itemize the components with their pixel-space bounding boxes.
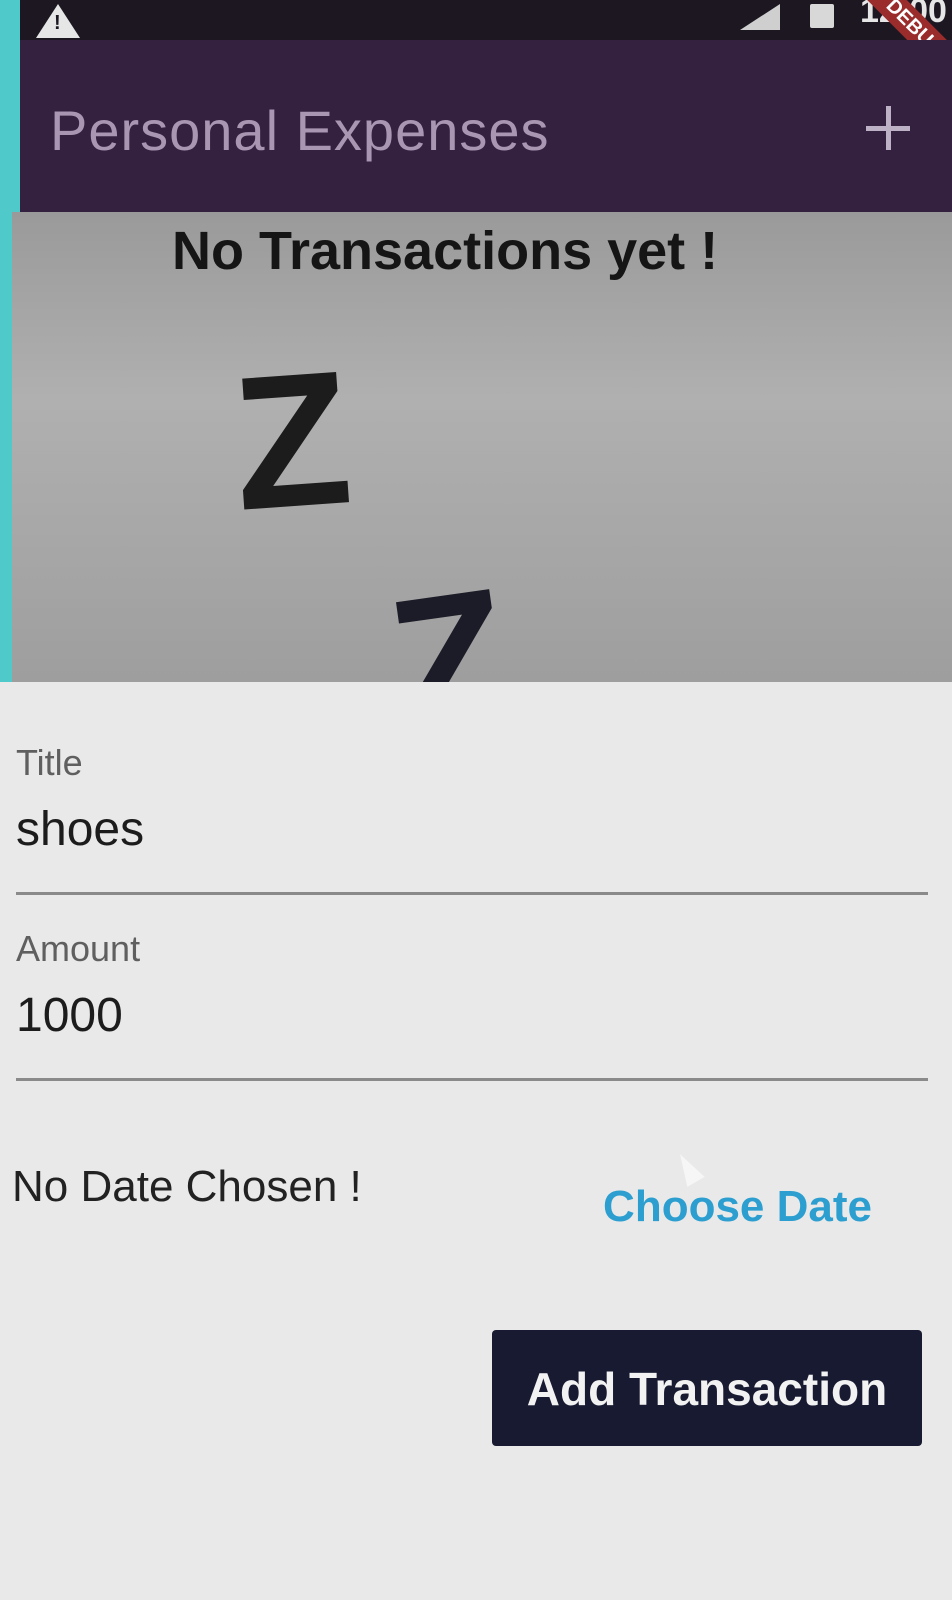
amount-field-label: Amount <box>16 928 141 969</box>
title-field-underline <box>16 892 928 895</box>
choose-date-button[interactable]: Choose Date <box>603 1182 872 1232</box>
title-field-label: Title <box>16 742 83 783</box>
amount-field[interactable]: Amount 1000 <box>16 928 928 1081</box>
add-transaction-button[interactable]: Add Transaction <box>492 1330 922 1446</box>
app-title: Personal Expenses <box>50 99 550 162</box>
date-status-label: No Date Chosen ! <box>12 1162 362 1211</box>
warning-icon: ! <box>36 4 80 38</box>
app-bar: Personal Expenses <box>20 40 952 212</box>
battery-icon <box>810 4 834 28</box>
sleep-z-icon: Z <box>226 331 358 551</box>
empty-state-message: No Transactions yet ! <box>172 221 719 281</box>
signal-icon <box>740 4 780 30</box>
plus-icon[interactable] <box>866 106 910 150</box>
title-field[interactable]: Title shoes <box>16 742 928 895</box>
sleep-z-icon-2: Z <box>377 547 523 682</box>
title-field-value[interactable]: shoes <box>16 802 928 857</box>
status-bar: ! 12:00 <box>20 0 952 40</box>
transaction-list-empty: No Transactions yet ! Z Z <box>12 212 952 682</box>
amount-field-underline <box>16 1078 928 1081</box>
amount-field-value[interactable]: 1000 <box>16 988 928 1043</box>
